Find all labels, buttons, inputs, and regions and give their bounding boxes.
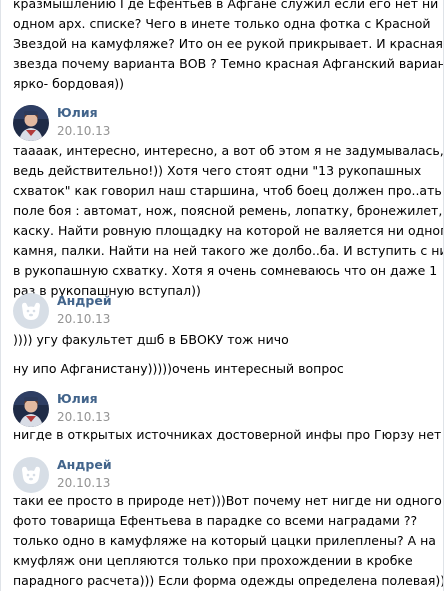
comment-text: нигде в открытых источниках достоверной …: [13, 425, 441, 445]
comment-header: Андрей 20.10.13: [13, 457, 433, 495]
post-text-line: одном арх. списке? Чего в инете только о…: [13, 16, 431, 31]
comment-text-line: ведь действительно!)) Хотя чего стоят од…: [13, 163, 422, 178]
default-dog-avatar-icon[interactable]: [13, 293, 49, 329]
comment-text-line: нигде в открытых источниках достоверной …: [13, 427, 442, 442]
comment-date[interactable]: 20.10.13: [57, 409, 110, 425]
comment-author[interactable]: Андрей: [57, 293, 112, 309]
comment-thread: кразмышлению Где Ефентьев в Афгане служи…: [0, 0, 444, 591]
comment-text-line: фото товарища Ефентьева в парадке со все…: [13, 513, 418, 528]
post-text-line: звезда почему варианта ВОВ ? Темно красн…: [13, 56, 444, 71]
comment-header: Андрей 20.10.13: [13, 293, 433, 331]
post-text-line: ярко- бордовая)): [13, 76, 125, 91]
post-text: кразмышлению Где Ефентьев в Афгане служи…: [13, 0, 444, 94]
user-photo-avatar-icon[interactable]: [13, 391, 49, 427]
comment-text-line: в рукопашную схватку. Хотя я очень сомне…: [13, 263, 438, 278]
comment-text: )))) угу факультет дшб в БВОКУ тож ничо: [13, 330, 441, 350]
comment-text-line: )))) угу факультет дшб в БВОКУ тож ничо: [13, 332, 289, 347]
comment-text-line: поле боя : автомат, нож, поясной ремень,…: [13, 203, 443, 218]
comment-text-line: камня, палки. Найти на ней такого же дол…: [13, 243, 444, 258]
comment-text-line: кмуфляж они цепляются только при прохожд…: [13, 553, 413, 568]
comment-text-line: таааак, интересно, интересно, а вот об э…: [13, 143, 444, 158]
comment-author[interactable]: Юлия: [57, 105, 98, 121]
comment-header: Юлия 20.10.13: [13, 105, 433, 143]
comment-text-line: только одно в камуфляже на который цацки…: [13, 533, 436, 548]
post-text-line: кразмышлению Где Ефентьев в Афгане служи…: [13, 0, 444, 11]
comment-author[interactable]: Андрей: [57, 457, 112, 473]
comment-text: ну ипо Афганистану)))))очень интересный …: [13, 359, 441, 379]
comment-text-line: парадного расчета))) Если форма одежды о…: [13, 573, 444, 588]
comment-text-line: схваток" как говорил наш старшина, чтоб …: [13, 183, 444, 198]
comment-text-line: ну ипо Афганистану)))))очень интересный …: [13, 361, 344, 376]
comment-header: Юлия 20.10.13: [13, 391, 433, 429]
comment-text: таки ее просто в природе нет)))Вот почем…: [13, 491, 444, 591]
comment-text: таааак, интересно, интересно, а вот об э…: [13, 141, 444, 301]
default-dog-avatar-icon[interactable]: [13, 457, 49, 493]
comment-date[interactable]: 20.10.13: [57, 123, 110, 139]
user-photo-avatar-icon[interactable]: [13, 105, 49, 141]
comment-text-line: таки ее просто в природе нет)))Вот почем…: [13, 493, 442, 508]
comment-author[interactable]: Юлия: [57, 391, 98, 407]
comment-date[interactable]: 20.10.13: [57, 311, 110, 327]
comment-text-line: каску. Найти ровную площадку на которой …: [13, 223, 444, 238]
comment-date[interactable]: 20.10.13: [57, 475, 110, 491]
post-text-line: Звездой на камуфляже? Ито он ее рукой пр…: [13, 36, 443, 51]
